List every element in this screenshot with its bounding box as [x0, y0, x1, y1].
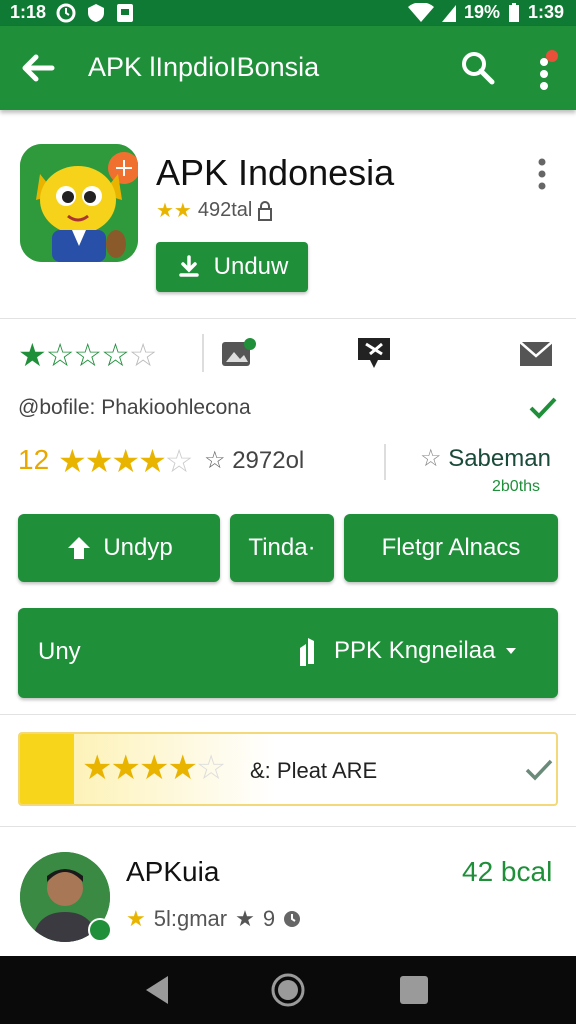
fleigr-label: Fletgr Alnacs — [381, 534, 521, 561]
rating-count-text: 2972ol — [232, 447, 305, 474]
reviewer-sub: ★ 5l:gmar ★ 9 — [126, 906, 301, 932]
rating-number: 12 — [18, 444, 50, 475]
download-button[interactable]: Unduw — [156, 242, 308, 292]
sab-points: 2b0ths — [492, 478, 541, 495]
rate-card-text: &: Pleat ARE — [250, 758, 378, 783]
app-header: APK Indonesia ★★ 492tal Unduw — [0, 122, 576, 312]
message-icon[interactable] — [356, 336, 392, 370]
rate-card-stars: ★★★★☆ — [82, 749, 226, 787]
mascot-icon — [20, 144, 138, 262]
wifi-icon — [407, 2, 434, 22]
review-count: 42 bcal — [462, 856, 553, 887]
lock-icon — [258, 200, 273, 221]
package-line: @bofile: Phakioohlecona — [18, 396, 251, 419]
status-time: 1:39 — [527, 2, 564, 22]
small-star-icon: ★ — [126, 906, 146, 931]
review-item[interactable]: APKuia ★ 5l:gmar ★ 9 42 bcal — [0, 838, 576, 958]
nav-home-icon[interactable] — [270, 972, 306, 1008]
separator — [384, 444, 386, 480]
clock-icon — [56, 3, 76, 22]
stats-row: ★☆☆☆☆ — [0, 330, 576, 380]
sab-label[interactable]: ☆ Sabeman — [420, 444, 551, 473]
rating-count: ☆ 2972ol — [204, 446, 304, 475]
verified-badge-icon — [88, 918, 112, 942]
rate-card-strip — [20, 734, 74, 804]
separator — [202, 334, 204, 372]
check-icon — [525, 759, 553, 781]
divider — [0, 714, 576, 715]
dropdown-arrow-icon — [506, 648, 517, 654]
touch-icon — [300, 638, 314, 666]
small-star-icon: ★ — [235, 906, 255, 931]
notification-icon — [117, 3, 134, 22]
search-icon[interactable] — [460, 50, 496, 86]
package-dropdown[interactable]: PPK Kngneilaa — [294, 634, 517, 668]
divider — [0, 826, 576, 827]
reviewer-meta: 9 — [262, 906, 276, 931]
back-arrow-icon[interactable] — [18, 48, 58, 88]
app-bar: APK lInpdioIBonsia — [0, 26, 576, 110]
package-selector[interactable]: Uny PPK Kngneilaa — [18, 608, 558, 698]
image-edit-icon[interactable] — [220, 336, 256, 370]
sub-rating-text: 492tal — [197, 199, 253, 221]
time-icon — [284, 911, 301, 927]
battery-icon — [508, 2, 519, 22]
tinda-label: Tinda· — [248, 534, 316, 561]
fleigr-button[interactable]: Fletgr Alnacs — [344, 514, 558, 582]
signal-icon — [441, 4, 456, 22]
tinda-button[interactable]: Tinda· — [230, 514, 334, 582]
upload-button[interactable]: Undyp — [18, 514, 220, 582]
app-sub-rating: ★★ 492tal — [156, 198, 273, 223]
status-bar: 1:18 19% 1:39 — [0, 0, 576, 26]
green-star-rating: ★☆☆☆☆ — [18, 337, 157, 373]
shield-icon — [88, 3, 105, 22]
outline-star-icon: ☆ — [420, 445, 442, 472]
package-selector-label: Uny — [38, 638, 81, 665]
app-icon — [20, 144, 138, 262]
upload-label: Undyp — [103, 534, 173, 561]
mail-icon[interactable] — [518, 338, 554, 372]
app-bar-title: APK lInpdioIBonsia — [88, 52, 320, 82]
reviewer-name: APKuia — [126, 856, 220, 887]
divider — [0, 318, 576, 319]
nav-recents-icon[interactable] — [400, 976, 428, 1004]
reviewer-subtitle: 5l:gmar — [153, 906, 228, 931]
app-name: APK Indonesia — [156, 152, 395, 193]
nav-back-icon[interactable] — [142, 974, 172, 1006]
rating-row: 12 ★★★★☆ ☆ 2972ol ☆ Sabeman 2b0ths — [0, 440, 576, 500]
sab-label-text: Sabeman — [448, 445, 551, 472]
home-upload-icon — [68, 537, 91, 559]
download-label: Unduw — [213, 253, 289, 280]
notification-dot — [546, 50, 558, 62]
rating-stars: ★★★★☆ — [58, 443, 193, 479]
status-left-time: 1:18 — [10, 2, 47, 22]
app-more-icon[interactable] — [532, 154, 552, 198]
small-star-icon: ★★ — [156, 200, 192, 222]
package-name: PPK Kngneilaa — [334, 637, 496, 664]
system-nav-bar — [0, 956, 576, 1024]
outline-star-icon: ☆ — [204, 447, 226, 474]
battery-percent: 19% — [463, 2, 500, 22]
verified-check-icon — [529, 397, 557, 419]
rate-card[interactable]: ★★★★☆ &: Pleat ARE — [18, 732, 558, 806]
download-icon — [178, 255, 199, 277]
